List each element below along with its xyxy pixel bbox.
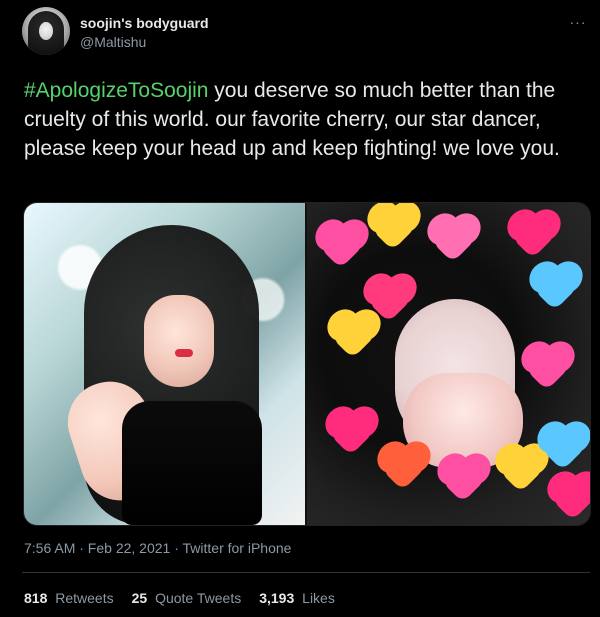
hashtag-link[interactable]: #ApologizeToSoojin xyxy=(24,79,208,102)
heart-sticker xyxy=(371,205,417,251)
photo-left-face xyxy=(144,295,214,387)
retweets-stat[interactable]: 818 Retweets xyxy=(24,590,114,606)
photo-right[interactable] xyxy=(307,203,590,525)
heart-sticker xyxy=(551,475,590,521)
quote-tweets-label: Quote Tweets xyxy=(155,590,242,606)
photo-left[interactable] xyxy=(24,203,305,525)
heart-sticker xyxy=(329,410,375,456)
heart-sticker xyxy=(331,313,377,359)
heart-sticker xyxy=(319,223,365,269)
photo-left-top xyxy=(122,401,262,525)
heart-sticker xyxy=(441,457,487,503)
retweets-count: 818 xyxy=(24,590,48,606)
tweet-media[interactable] xyxy=(23,202,591,526)
avatar[interactable] xyxy=(22,7,70,55)
engagement-stats: 818 Retweets 25 Quote Tweets 3,193 Likes xyxy=(24,590,335,606)
divider-top xyxy=(22,572,590,573)
heart-sticker xyxy=(431,217,477,263)
heart-sticker xyxy=(533,265,579,311)
retweets-label: Retweets xyxy=(55,590,114,606)
heart-sticker xyxy=(511,213,557,259)
heart-sticker xyxy=(499,447,545,493)
photo-left-lips xyxy=(175,349,193,357)
quote-tweets-count: 25 xyxy=(131,590,148,606)
display-name[interactable]: soojin's bodyguard xyxy=(80,15,209,31)
handle[interactable]: @Maltishu xyxy=(80,34,146,50)
more-icon[interactable]: ··· xyxy=(566,14,590,30)
likes-stat[interactable]: 3,193 Likes xyxy=(259,590,335,606)
likes-count: 3,193 xyxy=(259,590,295,606)
heart-sticker xyxy=(525,345,571,391)
likes-label: Likes xyxy=(302,590,335,606)
timestamp-meta[interactable]: 7:56 AM · Feb 22, 2021 · Twitter for iPh… xyxy=(24,540,291,556)
heart-sticker xyxy=(381,445,427,491)
avatar-face xyxy=(39,22,53,40)
tweet-text: #ApologizeToSoojin you deserve so much b… xyxy=(24,76,584,163)
heart-sticker xyxy=(541,425,587,471)
tweet: soojin's bodyguard @Maltishu ··· #Apolog… xyxy=(0,0,600,617)
quote-tweets-stat[interactable]: 25 Quote Tweets xyxy=(132,590,242,606)
